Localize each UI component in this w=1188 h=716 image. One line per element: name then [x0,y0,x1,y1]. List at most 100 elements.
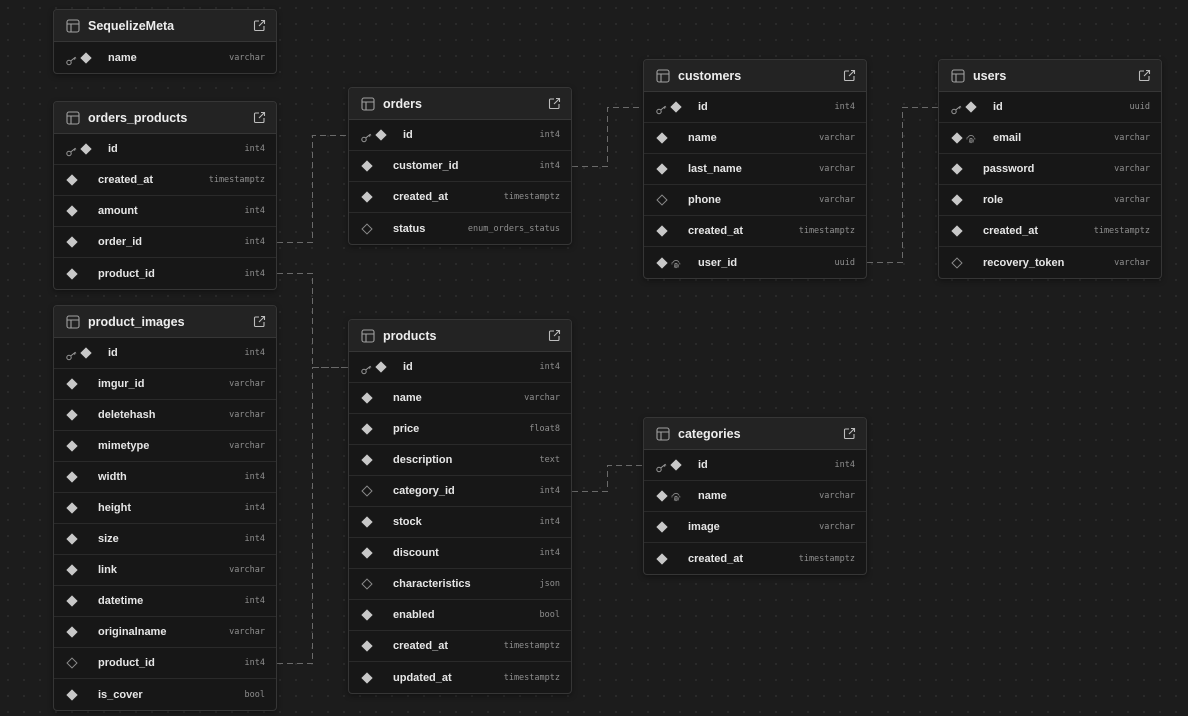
column-row-created-at[interactable]: created_at timestamptz [349,182,571,213]
column-row-name[interactable]: name varchar [349,383,571,414]
column-row-updated-at[interactable]: updated_at timestamptz [349,662,571,693]
column-name: datetime [98,595,144,607]
column-row-product-id[interactable]: product_id int4 [54,258,276,289]
column-row-order-id[interactable]: order_id int4 [54,227,276,258]
column-icons [66,174,98,186]
column-row-phone[interactable]: phone varchar [644,185,866,216]
column-row-id[interactable]: id int4 [54,338,276,369]
column-type: int4 [244,658,265,668]
table-header[interactable]: orders_products [54,102,276,134]
not-null-diamond-icon [66,564,78,576]
open-external-icon[interactable] [548,97,561,110]
table-header[interactable]: categories [644,418,866,450]
column-row-amount[interactable]: amount int4 [54,196,276,227]
column-row-name[interactable]: name varchar [54,42,276,73]
open-external-icon[interactable] [253,315,266,328]
open-external-icon[interactable] [1138,69,1151,82]
column-icons [66,502,98,514]
column-icons [656,163,688,175]
table-icon [656,426,670,441]
column-row-created-at[interactable]: created_at timestamptz [644,216,866,247]
column-row-id[interactable]: id int4 [644,92,866,123]
column-row-size[interactable]: size int4 [54,524,276,555]
table-card-product-images[interactable]: product_images id int4 imgur_id varchar delet… [53,305,277,711]
table-card-products[interactable]: products id int4 name varchar price float8 desc… [348,319,572,694]
column-row-last-name[interactable]: last_name varchar [644,154,866,185]
column-name: name [393,392,422,404]
column-row-name[interactable]: name varchar [644,123,866,154]
column-type: int4 [539,517,560,527]
column-row-created-at[interactable]: created_at timestamptz [54,165,276,196]
table-header[interactable]: orders [349,88,571,120]
column-row-stock[interactable]: stock int4 [349,507,571,538]
column-row-recovery-token[interactable]: recovery_token varchar [939,247,1161,278]
table-header[interactable]: customers [644,60,866,92]
table-header[interactable]: SequelizeMeta [54,10,276,42]
column-row-product-id[interactable]: product_id int4 [54,648,276,679]
table-card-orders-products[interactable]: orders_products id int4 created_at timestamp… [53,101,277,290]
column-icons [361,361,393,375]
column-row-user-id[interactable]: user_id uuid [644,247,866,278]
column-name: created_at [393,640,449,652]
column-row-created-at[interactable]: created_at timestamptz [644,543,866,574]
table-header[interactable]: users [939,60,1161,92]
column-row-id[interactable]: id int4 [349,120,571,151]
column-row-image[interactable]: image varchar [644,512,866,543]
open-external-icon[interactable] [548,329,561,342]
table-header[interactable]: products [349,320,571,352]
column-row-imgur-id[interactable]: imgur_id varchar [54,369,276,400]
table-title: SequelizeMeta [88,18,175,33]
primary-key-icon [66,348,78,361]
table-card-customers[interactable]: customers id int4 name varchar last_name varch… [643,59,867,279]
column-row-id[interactable]: id int4 [54,134,276,165]
column-row-is-cover[interactable]: is_cover bool [54,679,276,710]
column-row-price[interactable]: price float8 [349,414,571,445]
open-external-icon[interactable] [843,427,856,440]
column-row-name[interactable]: name varchar [644,481,866,512]
column-row-enabled[interactable]: enabled bool [349,600,571,631]
column-row-category-id[interactable]: category_id int4 [349,476,571,507]
schema-canvas[interactable]: SequelizeMeta name varchar orders_products i… [0,0,1188,716]
column-row-id[interactable]: id int4 [644,450,866,481]
column-row-password[interactable]: password varchar [939,154,1161,185]
column-row-link[interactable]: link varchar [54,555,276,586]
column-name: id [698,459,708,471]
table-card-sequelizemeta[interactable]: SequelizeMeta name varchar [53,9,277,74]
column-row-status[interactable]: status enum_orders_status [349,213,571,244]
column-icons [66,267,98,280]
column-row-email[interactable]: email varchar [939,123,1161,154]
column-row-originalname[interactable]: originalname varchar [54,617,276,648]
column-row-height[interactable]: height int4 [54,493,276,524]
column-row-characteristics[interactable]: characteristics json [349,569,571,600]
table-title: orders [383,96,422,111]
column-row-id[interactable]: id int4 [349,352,571,383]
column-icons [951,194,983,206]
table-card-orders[interactable]: orders id int4 customer_id int4 created_at tim… [348,87,572,245]
column-name: deletehash [98,409,156,421]
column-row-customer-id[interactable]: customer_id int4 [349,151,571,182]
open-external-icon[interactable] [253,111,266,124]
column-row-description[interactable]: description text [349,445,571,476]
column-row-datetime[interactable]: datetime int4 [54,586,276,617]
column-row-role[interactable]: role varchar [939,185,1161,216]
table-card-users[interactable]: users id uuid email varchar password varchar ro… [938,59,1162,279]
open-external-icon[interactable] [253,19,266,32]
column-row-created-at[interactable]: created_at timestamptz [939,216,1161,247]
open-external-icon[interactable] [843,69,856,82]
column-icons [66,471,98,483]
column-row-width[interactable]: width int4 [54,462,276,493]
column-type: varchar [819,491,855,501]
not-null-diamond-icon [361,671,373,684]
column-icons [951,256,983,269]
column-name: stock [393,516,422,528]
column-type: int4 [244,534,265,544]
column-type: int4 [539,486,560,496]
column-row-discount[interactable]: discount int4 [349,538,571,569]
primary-key-icon [66,144,78,157]
column-row-created-at[interactable]: created_at timestamptz [349,631,571,662]
table-card-categories[interactable]: categories id int4 name varchar image varchar c… [643,417,867,575]
column-row-mimetype[interactable]: mimetype varchar [54,431,276,462]
table-header[interactable]: product_images [54,306,276,338]
column-row-id[interactable]: id uuid [939,92,1161,123]
column-row-deletehash[interactable]: deletehash varchar [54,400,276,431]
